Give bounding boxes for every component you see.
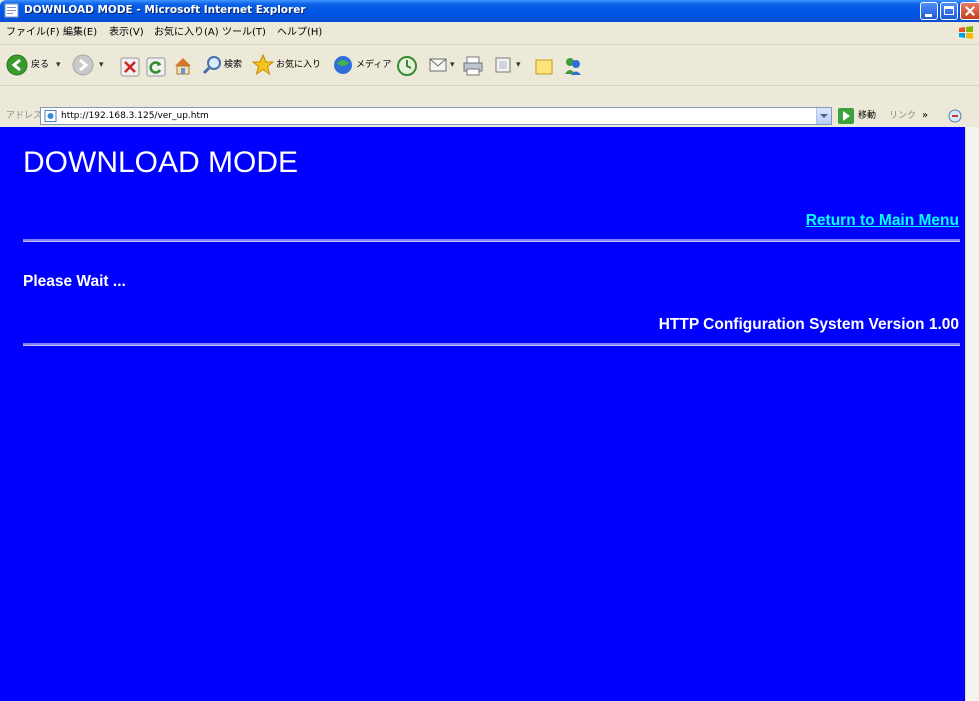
edit-page-icon [495, 57, 511, 73]
toolbar-extra-icon[interactable] [948, 108, 964, 124]
menu-edit[interactable]: 編集(E) [63, 25, 97, 41]
address-url[interactable]: http://192.168.3.125/ver_up.htm [61, 108, 209, 124]
media-button[interactable]: メディア [332, 53, 392, 77]
menu-help[interactable]: ヘルプ(H) [277, 25, 322, 41]
back-label: 戻る [31, 60, 50, 70]
search-button[interactable]: 検索 [202, 53, 248, 77]
back-arrow-icon [6, 54, 28, 76]
messenger-icon[interactable] [562, 54, 584, 78]
links-label[interactable]: リンク [889, 108, 916, 124]
search-label: 検索 [224, 60, 243, 70]
close-button[interactable] [960, 2, 979, 20]
go-arrow-icon [838, 108, 854, 124]
divider [23, 343, 960, 346]
edit-button[interactable]: ▾ [494, 53, 528, 77]
browser-window: DOWNLOAD MODE - Microsoft Internet Explo… [0, 0, 979, 701]
menu-tools[interactable]: ツール(T) [222, 25, 266, 41]
mail-dropdown-icon[interactable]: ▾ [450, 53, 455, 77]
title-bar[interactable]: DOWNLOAD MODE - Microsoft Internet Explo… [0, 0, 979, 22]
address-bar: アドレス(D) http://192.168.3.125/ver_up.htm … [0, 105, 979, 127]
ie-page-icon [4, 3, 19, 18]
forward-dropdown-icon[interactable]: ▾ [99, 53, 104, 77]
menu-bar: ファイル(F) 編集(E) 表示(V) お気に入り(A) ツール(T) ヘルプ(… [0, 22, 979, 45]
search-icon [202, 56, 221, 75]
return-to-main-menu-link[interactable]: Return to Main Menu [806, 211, 959, 231]
page-title: DOWNLOAD MODE [23, 146, 299, 179]
vertical-scrollbar[interactable] [965, 127, 979, 701]
home-icon[interactable] [172, 54, 194, 78]
address-input[interactable]: http://192.168.3.125/ver_up.htm [40, 107, 832, 125]
history-icon[interactable] [396, 54, 418, 78]
back-dropdown-icon[interactable]: ▾ [56, 53, 61, 77]
toolbar: 戻る ▾ ▾ 検索 お気に入り メディア ▾ ▾ [0, 45, 979, 86]
page-icon [44, 110, 57, 122]
mail-button[interactable]: ▾ [428, 53, 462, 77]
stop-icon[interactable] [120, 55, 140, 79]
edit-dropdown-icon[interactable]: ▾ [516, 53, 521, 77]
favorites-label: お気に入り [276, 60, 322, 70]
media-icon [334, 56, 352, 74]
discuss-icon[interactable] [534, 55, 554, 79]
favorites-star-icon [252, 54, 274, 76]
print-icon[interactable] [462, 54, 484, 78]
refresh-icon[interactable] [146, 55, 166, 79]
page-content: DOWNLOAD MODE Return to Main Menu Please… [0, 127, 965, 701]
menu-file[interactable]: ファイル(F) [6, 25, 60, 41]
version-label: HTTP Configuration System Version 1.00 [658, 316, 959, 333]
forward-button[interactable]: ▾ [72, 53, 116, 77]
maximize-button[interactable] [940, 2, 958, 20]
address-dropdown-icon[interactable] [816, 108, 831, 124]
mail-icon [429, 58, 447, 72]
divider [23, 239, 960, 242]
back-button[interactable]: 戻る ▾ [6, 53, 64, 77]
menu-favorites[interactable]: お気に入り(A) [154, 25, 219, 41]
links-chevron-icon[interactable]: » [922, 108, 928, 124]
status-message: Please Wait ... [23, 273, 126, 290]
minimize-button[interactable] [920, 2, 938, 20]
go-label: 移動 [858, 111, 877, 121]
forward-arrow-icon [72, 54, 94, 76]
media-label: メディア [356, 60, 392, 70]
window-title: DOWNLOAD MODE - Microsoft Internet Explo… [24, 4, 306, 16]
favorites-button[interactable]: お気に入り [252, 53, 326, 77]
windows-flag-icon [959, 26, 973, 39]
menu-view[interactable]: 表示(V) [109, 25, 144, 41]
